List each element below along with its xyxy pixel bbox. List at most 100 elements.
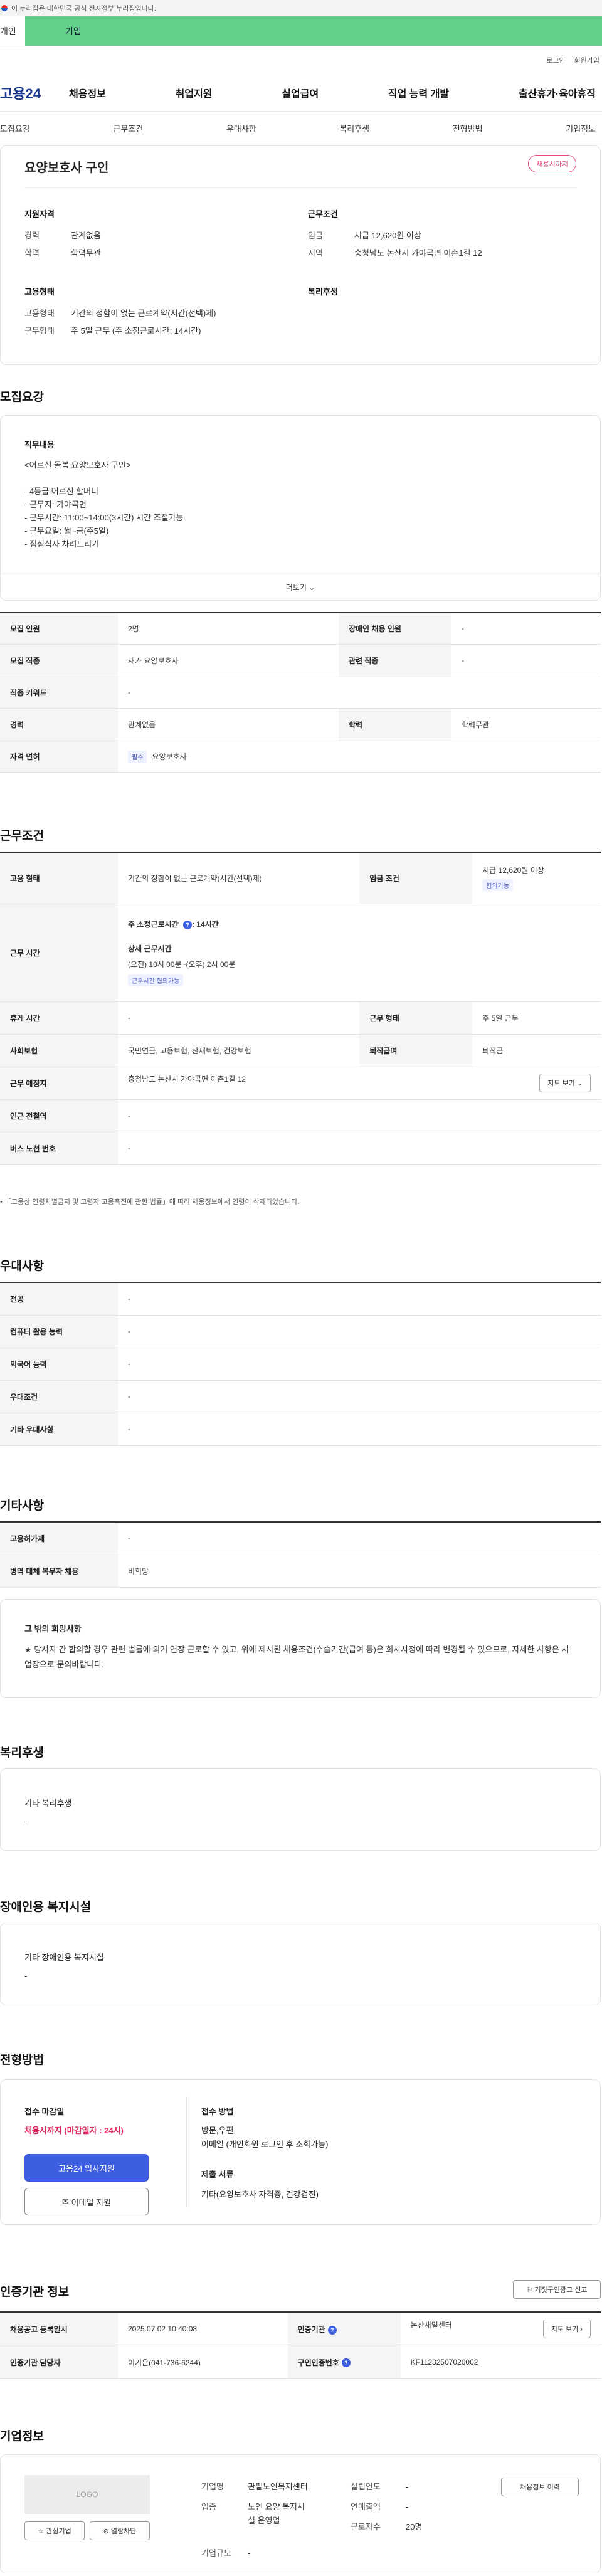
table-row: 고용 형태 기간의 정함이 없는 근로계약(시간(선택)제) 임금 조건 시급 …: [0, 852, 601, 904]
join-link[interactable]: 회원가입: [574, 55, 599, 65]
negotiable-badge: 협의가능: [482, 879, 514, 892]
table-row: 채용공고 등록일시 2025.07.02 10:40:08 인증기관? 논산새일…: [0, 2311, 601, 2346]
table-row: 기타 우대사항 -: [0, 1413, 601, 1446]
main-nav: 고용24 채용정보 취업지원 실업급여 직업 능력 개발 출산휴가·육아휴직: [0, 74, 602, 112]
subnav-company[interactable]: 기업정보: [566, 122, 596, 134]
facility-item-value: -: [24, 1971, 28, 1980]
table-row: 모집 인원 2명 장애인 채용 인원 -: [0, 612, 601, 645]
table-row: 우대조건 -: [0, 1380, 601, 1413]
docs-heading: 제출 서류: [201, 2170, 234, 2179]
apply-button[interactable]: 고용24 입사지원: [24, 2154, 149, 2182]
divider: [24, 187, 576, 188]
founded-row: 설립연도 -: [351, 2482, 409, 2491]
mail-icon: ✉: [62, 2197, 69, 2206]
docs-value: 기타(요양보호사 자격증, 건강검진): [201, 2190, 319, 2199]
welfare-box: 기타 복리후생 -: [0, 1768, 601, 1851]
table-row: 직종 키워드 -: [0, 677, 601, 709]
industry-row: 업종 노인 요양 복지시 설 운영업: [201, 2502, 305, 2525]
hiring-history-button[interactable]: 채용정보 이력: [501, 2478, 579, 2496]
job-title: 요양보호사 구인: [24, 161, 109, 175]
email-apply-button[interactable]: ✉ 이메일 지원: [24, 2188, 149, 2215]
subnav-recruit[interactable]: 모집요강: [0, 122, 30, 134]
table-row: 모집 직종 재가 요양보호사 관련 직종 -: [0, 644, 601, 677]
nav-item-vocational-training[interactable]: 직업 능력 개발: [388, 85, 449, 100]
preference-table: 전공 - 컴퓨터 활용 능력 - 외국어 능력 - 우대조건 - 기타 우대사항 -: [0, 1282, 601, 1446]
wage-row: 임금 시급 12,620원 이상: [308, 231, 421, 240]
table-row: 근무 시간 주 소정근로시간 ?: 14시간 상세 근무시간 (오전) 10시 …: [0, 904, 601, 1002]
subnav-conditions[interactable]: 근무조건: [113, 122, 143, 134]
duty-heading: 직무내용: [24, 440, 55, 450]
section-welfare-title: 복리후생: [0, 1746, 44, 1760]
recruit-table: 모집 인원 2명 장애인 채용 인원 - 모집 직종 재가 요양보호사 관련 직…: [0, 612, 601, 773]
edu-row: 학력 학력무관: [24, 248, 101, 258]
subnav-selection[interactable]: 전형방법: [453, 122, 483, 134]
facility-box: 기타 장애인용 복지시설 -: [0, 1923, 601, 2005]
table-row: 인증기관 담당자 이기은(041-736-6244) 구인인증번호? KF112…: [0, 2346, 601, 2379]
section-recruit-title: 모집요강: [0, 391, 44, 404]
emp-row: 고용형태 기간의 정함이 없는 근로계약(시간(선택)제): [24, 309, 216, 318]
tab-company[interactable]: 기업: [25, 16, 602, 46]
section-company-title: 기업정보: [0, 2430, 44, 2443]
block-view-button[interactable]: ⊘ 열람차단: [90, 2521, 150, 2540]
section-etc-title: 기타사항: [0, 1499, 44, 1512]
table-row: 휴게 시간 - 근무 형태 주 5일 근무: [0, 1001, 601, 1035]
help-icon[interactable]: ?: [327, 2325, 337, 2335]
etc-table: 고용허가제 - 병역 대체 복무자 채용 비희망: [0, 1521, 601, 1588]
nav-item-unemployment-benefit[interactable]: 실업급여: [282, 85, 319, 100]
nav-item-jobs[interactable]: 채용정보: [69, 85, 106, 100]
flag-icon: [1, 4, 8, 11]
login-link[interactable]: 로그인: [546, 55, 565, 65]
scale-row: 기업규모 -: [201, 2548, 251, 2558]
table-row: 경력 관계없음 학력 학력무관: [0, 708, 601, 741]
nav-item-employment-support[interactable]: 취업지원: [176, 85, 213, 100]
tab-person[interactable]: 개인: [0, 16, 25, 46]
cert-map-button[interactable]: 지도 보기 ›: [542, 2320, 591, 2339]
gov-banner: 이 누리집은 대한민국 공식 전자정부 누리집입니다.: [0, 0, 602, 16]
welfare-heading: 복리후생: [308, 287, 338, 297]
nav-item-parental-leave[interactable]: 출산휴가·육아휴직: [519, 85, 596, 100]
table-row: 병역 대체 복무자 채용 비희망: [0, 1555, 601, 1588]
favorite-company-button[interactable]: ☆ 관심기업: [24, 2521, 85, 2540]
util-bar: 로그인 회원가입: [0, 46, 602, 74]
job-summary-card: 요양보호사 구인 채용시까지 지원자격 경력 관계없음 학력 학력무관 근무조건 임…: [0, 145, 601, 365]
help-icon[interactable]: ?: [341, 2358, 351, 2368]
company-logo: LOGO: [24, 2475, 150, 2514]
required-badge: 필수: [128, 750, 147, 763]
other-wishes-heading: 그 밖의 희망사항: [24, 1624, 82, 1634]
section-facility-title: 장애인용 복지시설: [0, 1901, 92, 1914]
conditions-heading: 근무조건: [308, 209, 338, 219]
welfare-item-value: -: [24, 1817, 28, 1826]
more-button[interactable]: 더보기 ⌄: [1, 574, 600, 600]
user-type-tabs: 개인 기업: [0, 16, 602, 46]
age-note: • 「고용상 연령차별금지 및 고령자 고용촉진에 관한 법률」에 따라 채용정…: [0, 1198, 300, 1206]
work-row: 근무형태 주 5일 근무 (주 소정근로시간: 14시간): [24, 326, 201, 335]
table-row: 컴퓨터 활용 능력 -: [0, 1315, 601, 1348]
subnav-preference[interactable]: 우대사항: [226, 122, 256, 134]
section-cert-title: 인증기관 정보: [0, 2286, 70, 2299]
cert-table: 채용공고 등록일시 2025.07.02 10:40:08 인증기관? 논산새일…: [0, 2311, 601, 2379]
table-row: 전공 -: [0, 1282, 601, 1316]
table-row: 인근 전철역 -: [0, 1099, 601, 1132]
site-logo[interactable]: 고용24: [0, 83, 69, 103]
gov-banner-text: 이 누리집은 대한민국 공식 전자정부 누리집입니다.: [11, 4, 156, 13]
deadline-value: 채용시까지 (마감일자 : 24시): [24, 2126, 124, 2135]
divider: [186, 2096, 187, 2208]
sub-nav: 모집요강 근무조건 우대사항 복리후생 전형방법 기업정보: [0, 112, 602, 145]
report-false-ad-button[interactable]: ⚐ 거짓구인광고 신고: [513, 2280, 601, 2299]
subnav-welfare[interactable]: 복리후생: [339, 122, 369, 134]
other-wishes-text: ★ 당사자 간 합의할 경우 관련 법률에 의거 연장 근로할 수 있고, 위에…: [24, 1645, 569, 1669]
method-heading: 접수 방법: [201, 2107, 234, 2116]
table-row: 자격 면허 필수 요양보호사: [0, 741, 601, 773]
conditions-table: 고용 형태 기간의 정함이 없는 근로계약(시간(선택)제) 임금 조건 시급 …: [0, 852, 601, 1165]
chevron-down-icon: ⌄: [576, 1080, 583, 1087]
table-row: 사회보험 국민연금, 고용보험, 산재보험, 건강보험 퇴직급여 퇴직금: [0, 1034, 601, 1067]
duty-content: <어르신 돌봄 요양보호사 구인> - 4등급 어르신 할머니 - 근무지: 가…: [24, 460, 184, 549]
section-preference-title: 우대사항: [0, 1260, 44, 1273]
status-badge: 채용시까지: [528, 155, 576, 172]
map-button[interactable]: 지도 보기 ⌄: [539, 1074, 591, 1092]
facility-item-label: 기타 장애인용 복지시설: [24, 1953, 104, 1962]
deadline-heading: 접수 마감일: [24, 2107, 65, 2116]
block-icon: ⊘: [103, 2527, 109, 2535]
help-icon[interactable]: ?: [182, 920, 192, 929]
company-box: LOGO ☆ 관심기업 ⊘ 열람차단 기업명 관필노인복지센터 업종 노인 요양 복…: [0, 2454, 601, 2573]
